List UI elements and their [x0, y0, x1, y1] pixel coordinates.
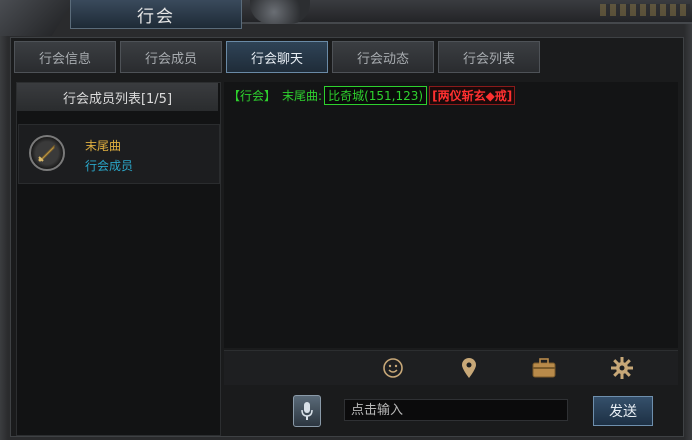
chat-message: 【行会】 末尾曲: 比奇城(151,123) [两仪斩玄◆戒]: [228, 86, 516, 105]
tab-guild-info[interactable]: 行会信息: [14, 41, 116, 73]
send-button[interactable]: 发送: [593, 396, 653, 426]
location-coords: (151,123): [364, 89, 424, 103]
tab-bar: 行会信息 行会成员 行会聊天 行会动态 行会列表: [14, 41, 540, 73]
gear-icon[interactable]: [609, 356, 635, 380]
tab-guild-members[interactable]: 行会成员: [120, 41, 222, 73]
tab-guild-news[interactable]: 行会动态: [332, 41, 434, 73]
member-role: 行会成员: [85, 159, 134, 173]
location-pin-icon[interactable]: [456, 356, 482, 380]
microphone-icon[interactable]: [293, 395, 321, 427]
chat-sender[interactable]: 末尾曲:: [282, 87, 322, 104]
member-list-item[interactable]: 末尾曲 行会成员: [18, 124, 220, 184]
tab-guild-chat[interactable]: 行会聊天: [226, 41, 328, 73]
member-name: 末尾曲: [85, 139, 122, 153]
member-list-panel: 行会成员列表[1/5] 末尾曲 行会成员: [16, 82, 221, 436]
member-list-title: 行会成员列表[1/5]: [17, 83, 218, 111]
dragon-ornament-right: [250, 0, 310, 24]
sword-icon: [29, 135, 65, 171]
briefcase-icon[interactable]: [531, 356, 557, 380]
gem-ornament: [600, 4, 690, 16]
location-name: 比奇城: [328, 89, 365, 103]
chat-channel-tag: 【行会】: [228, 89, 277, 103]
window-title: 行会: [70, 0, 242, 29]
chat-input-bar: 发送: [224, 386, 678, 434]
smiley-icon[interactable]: [380, 356, 406, 380]
chat-input[interactable]: [344, 399, 568, 421]
tab-guild-list[interactable]: 行会列表: [438, 41, 540, 73]
chat-toolbar: [224, 350, 678, 385]
chat-item-link[interactable]: [两仪斩玄◆戒]: [429, 86, 516, 105]
chat-area: 【行会】 末尾曲: 比奇城(151,123) [两仪斩玄◆戒]: [224, 82, 678, 348]
chat-location-link[interactable]: 比奇城(151,123): [324, 86, 428, 105]
